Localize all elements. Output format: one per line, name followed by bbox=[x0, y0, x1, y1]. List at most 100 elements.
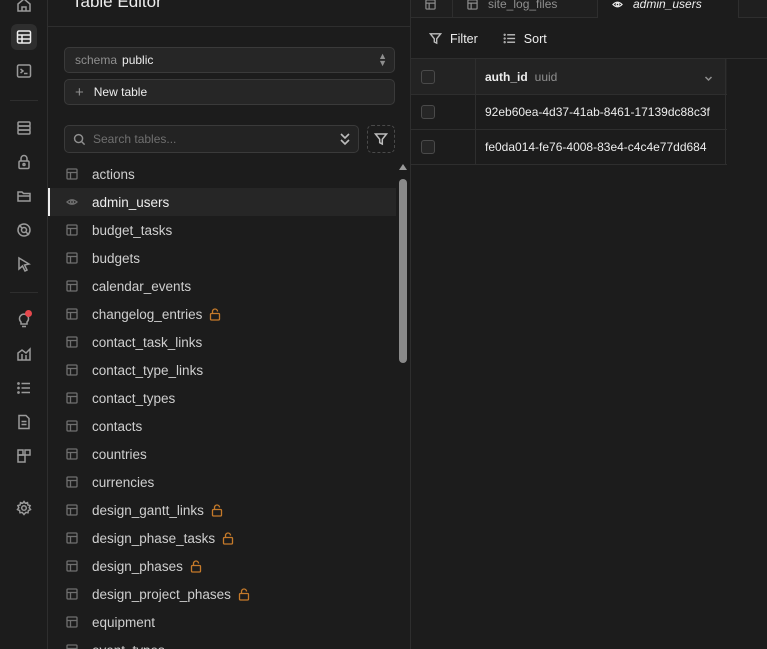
sidebar-item-design-gantt-links[interactable]: design_gantt_links bbox=[48, 496, 396, 524]
sidebar-item-currencies[interactable]: currencies bbox=[48, 468, 396, 496]
select-all-cell bbox=[411, 59, 476, 94]
sidebar-item-design-project-phases[interactable]: design_project_phases bbox=[48, 580, 396, 608]
grid-cell[interactable]: fe0da014-fe76-4008-83e4-c4c4e77dd684 bbox=[476, 130, 726, 164]
table-icon bbox=[66, 168, 78, 180]
sidebar-item-label: actions bbox=[92, 166, 135, 182]
row-checkbox[interactable] bbox=[421, 105, 435, 119]
sidebar-item-label: changelog_entries bbox=[92, 306, 203, 322]
sort-label: Sort bbox=[523, 31, 547, 46]
tab-admin-users[interactable]: admin_users bbox=[598, 0, 739, 18]
chevron-down-icon[interactable] bbox=[704, 72, 713, 82]
sidebar-item-label: countries bbox=[92, 446, 147, 462]
schema-selector[interactable]: schema public ▲ ▼ bbox=[64, 47, 395, 73]
unlocked-padlock-icon bbox=[190, 559, 202, 573]
chevrons-down-icon[interactable] bbox=[338, 131, 352, 147]
search-icon bbox=[73, 133, 86, 145]
advisors-icon[interactable] bbox=[11, 307, 37, 333]
sidebar-item-budgets[interactable]: budgets bbox=[48, 244, 396, 272]
scroll-up-arrow-icon[interactable] bbox=[399, 164, 407, 170]
grid-toolbar: Filter Sort bbox=[411, 19, 767, 59]
filter-button[interactable]: Filter bbox=[429, 32, 478, 46]
row-select-cell bbox=[411, 130, 476, 164]
rail-divider bbox=[10, 292, 38, 293]
filter-icon bbox=[374, 133, 388, 146]
table-icon bbox=[66, 224, 78, 236]
sql-editor-icon[interactable] bbox=[11, 58, 37, 84]
sidebar-item-countries[interactable]: countries bbox=[48, 440, 396, 468]
sidebar-item-changelog-entries[interactable]: changelog_entries bbox=[48, 300, 396, 328]
sidebar-item-label: equipment bbox=[92, 614, 156, 630]
database-icon[interactable] bbox=[11, 115, 37, 141]
table-icon bbox=[66, 280, 78, 292]
column-header-auth-id[interactable]: auth_id uuid bbox=[476, 59, 726, 94]
sort-button[interactable]: Sort bbox=[503, 32, 547, 46]
sidebar-item-equipment[interactable]: equipment bbox=[48, 608, 396, 636]
sidebar-item-actions[interactable]: actions bbox=[48, 160, 396, 188]
sidebar-item-contact-task-links[interactable]: contact_task_links bbox=[48, 328, 396, 356]
sidebar-item-label: currencies bbox=[92, 474, 155, 490]
table-icon bbox=[66, 420, 78, 432]
row-checkbox[interactable] bbox=[421, 140, 435, 154]
tab-site-log-files[interactable]: site_log_files bbox=[453, 0, 598, 18]
sidebar-item-label: contact_type_links bbox=[92, 362, 204, 378]
panel-title: Table Editor bbox=[72, 0, 162, 11]
sidebar-item-label: admin_users bbox=[92, 194, 170, 210]
sidebar-item-event-types[interactable]: event_types bbox=[48, 636, 396, 649]
filter-label: Filter bbox=[450, 31, 478, 46]
sidebar-item-admin-users[interactable]: admin_users bbox=[48, 188, 396, 216]
sidebar-item-design-phase-tasks[interactable]: design_phase_tasks bbox=[48, 524, 396, 552]
new-table-label: New table bbox=[93, 85, 148, 99]
home-icon[interactable] bbox=[11, 0, 37, 18]
edge-functions-icon[interactable] bbox=[11, 251, 37, 277]
sidebar-item-label: design_gantt_links bbox=[92, 502, 204, 518]
table-list-scrollbar[interactable] bbox=[398, 162, 408, 649]
chevron-up-down-icon: ▲ ▼ bbox=[378, 51, 387, 68]
scrollbar-thumb[interactable] bbox=[399, 179, 407, 363]
storage-icon[interactable] bbox=[11, 183, 37, 209]
column-name: auth_id bbox=[485, 69, 528, 84]
table-editor-icon[interactable] bbox=[11, 24, 37, 50]
table-icon bbox=[66, 504, 78, 516]
sidebar-item-label: contact_task_links bbox=[92, 334, 203, 350]
table-row: fe0da014-fe76-4008-83e4-c4c4e77dd684 bbox=[411, 130, 727, 165]
schema-label: schema bbox=[75, 53, 118, 67]
sidebar-item-label: design_project_phases bbox=[92, 586, 231, 602]
table-editor-panel: Table Editor schema public ▲ ▼ + New tabl… bbox=[48, 0, 411, 649]
sidebar-item-budget-tasks[interactable]: budget_tasks bbox=[48, 216, 396, 244]
sidebar-item-calendar-events[interactable]: calendar_events bbox=[48, 272, 396, 300]
sidebar-item-label: contact_types bbox=[92, 390, 176, 406]
column-type: uuid bbox=[534, 69, 558, 84]
sidebar-item-label: calendar_events bbox=[92, 278, 192, 294]
table-icon bbox=[66, 588, 78, 600]
new-table-button[interactable]: + New table bbox=[64, 79, 395, 105]
filter-tables-button[interactable] bbox=[367, 125, 395, 153]
unlocked-padlock-icon bbox=[211, 503, 223, 517]
logs-icon[interactable] bbox=[11, 375, 37, 401]
eye-icon bbox=[66, 196, 78, 208]
integrations-icon[interactable] bbox=[11, 443, 37, 469]
sidebar-item-label: budget_tasks bbox=[92, 222, 173, 238]
grid-cell[interactable]: 92eb60ea-4d37-41ab-8461-17139dc88c3f bbox=[476, 95, 726, 129]
table-icon bbox=[66, 392, 78, 404]
search-tables-input[interactable] bbox=[93, 132, 323, 146]
sidebar-item-contact-type-links[interactable]: contact_type_links bbox=[48, 356, 396, 384]
sidebar-item-label: design_phase_tasks bbox=[92, 530, 216, 546]
table-icon bbox=[66, 560, 78, 572]
sidebar-item-label: contacts bbox=[92, 418, 143, 434]
sidebar-item-contacts[interactable]: contacts bbox=[48, 412, 396, 440]
sidebar-item-design-phases[interactable]: design_phases bbox=[48, 552, 396, 580]
sidebar-item-contact-types[interactable]: contact_types bbox=[48, 384, 396, 412]
tab-previous[interactable] bbox=[411, 0, 453, 18]
settings-icon[interactable] bbox=[11, 495, 37, 521]
realtime-icon[interactable] bbox=[11, 217, 37, 243]
table-list: actions admin_users budget_tasksbudgets cal… bbox=[48, 160, 396, 649]
table-icon bbox=[66, 616, 78, 628]
auth-lock-icon[interactable] bbox=[11, 149, 37, 175]
select-all-checkbox[interactable] bbox=[421, 69, 435, 84]
search-tables-box bbox=[64, 125, 359, 153]
tab-bar: site_log_files admin_users bbox=[411, 0, 767, 18]
docs-icon[interactable] bbox=[11, 409, 37, 435]
table-icon bbox=[467, 0, 478, 10]
unlocked-padlock-icon bbox=[209, 307, 221, 321]
reports-icon[interactable] bbox=[11, 341, 37, 367]
